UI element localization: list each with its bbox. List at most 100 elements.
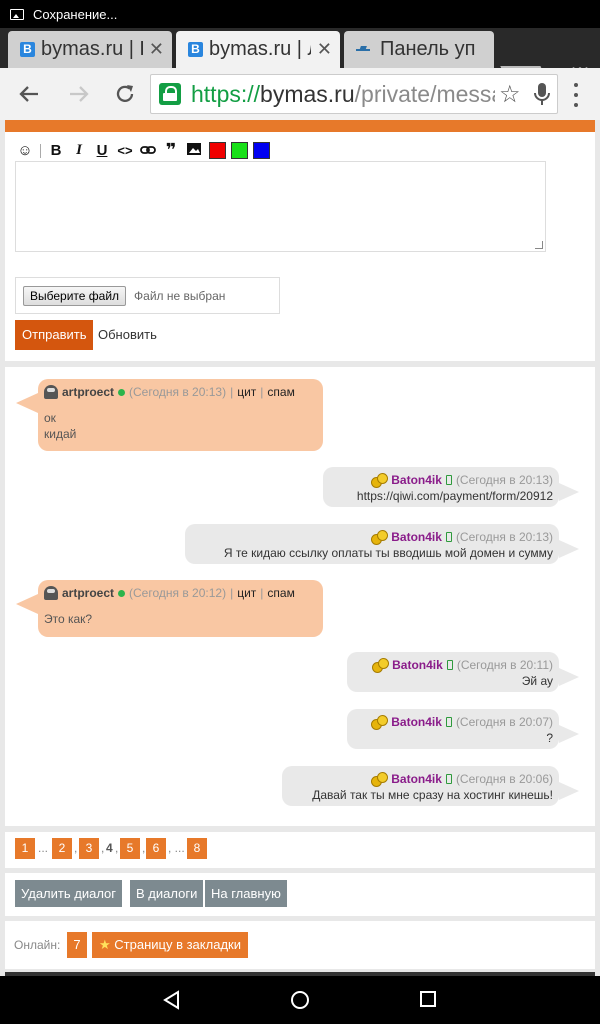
message-author[interactable]: Baton4ik (391, 472, 442, 488)
message-author[interactable]: Baton4ik (391, 714, 442, 730)
page-link-2[interactable]: 2 (52, 838, 72, 859)
smile-icon[interactable]: ☺ (15, 142, 35, 159)
code-icon[interactable]: <> (115, 143, 135, 158)
microphone-icon[interactable] (527, 79, 557, 109)
message-time: (Сегодня в 20:13) (455, 530, 553, 544)
send-button[interactable]: Отправить (15, 320, 94, 350)
dialogs-button[interactable]: В диалоги (130, 880, 204, 907)
url-text[interactable]: https://bymas.ru/private/messa (191, 81, 495, 108)
vk-style-icon: B (20, 42, 35, 57)
message-time: (Сегодня в 20:12) (129, 586, 227, 600)
url-host: bymas.ru (260, 80, 355, 107)
tab-1[interactable]: B bymas.ru | Н ✕ (8, 31, 172, 68)
pagination: 1 ... 2 , 3 , 4 , 5 , 6 , ... 8 (5, 832, 595, 868)
message-time: (Сегодня в 20:11) (456, 658, 553, 672)
back-triangle-icon[interactable] (162, 990, 182, 1010)
bold-button[interactable]: B (46, 142, 66, 159)
message-time: (Сегодня в 20:07) (455, 715, 553, 729)
tab-2-active[interactable]: B bymas.ru | Л ✕ (176, 31, 340, 68)
color-red-swatch[interactable] (209, 142, 226, 159)
message-time: (Сегодня в 20:13) (455, 473, 553, 487)
choose-file-button[interactable]: Выберите файл (23, 285, 127, 306)
status-bar: Сохранение... (0, 0, 600, 28)
color-blue-swatch[interactable] (253, 142, 270, 159)
message-outgoing: Baton4ik (Сегодня в 20:06) Давай так ты … (282, 766, 579, 806)
message-text: ? (546, 731, 553, 745)
message-outgoing: Baton4ik (Сегодня в 20:13) Я те кидаю сс… (185, 524, 579, 564)
message-time: (Сегодня в 20:06) (455, 772, 553, 786)
message-author[interactable]: artproect (62, 384, 114, 400)
message-text: Давай так ты мне сразу на хостинг кинешь… (312, 788, 553, 802)
message-text: ок (44, 411, 56, 425)
message-author[interactable]: Baton4ik (391, 771, 442, 787)
close-icon[interactable]: ✕ (149, 39, 164, 60)
android-nav-bar (0, 976, 600, 1024)
mobile-status-icon (445, 475, 452, 485)
bookmark-star-icon[interactable]: ☆ (499, 80, 527, 109)
underline-button[interactable]: U (92, 142, 112, 159)
user-avatar-icon (44, 586, 58, 600)
mobile-status-icon (445, 774, 452, 784)
page-link-3[interactable]: 3 (79, 838, 99, 859)
image-download-icon (10, 8, 24, 20)
dialog-actions: Удалить диалог В диалоги На главную (5, 873, 595, 916)
page-footer: Онлайн: 7 ★ Страницу в закладки (5, 921, 595, 969)
pager-separator: , (115, 841, 119, 855)
bookmark-button[interactable]: ★ Страницу в закладки (92, 932, 248, 958)
tab-strip: B bymas.ru | Н ✕ B bymas.ru | Л ✕ Панель… (0, 28, 600, 86)
recents-square-icon[interactable] (419, 990, 437, 1008)
home-circle-icon[interactable] (290, 990, 310, 1010)
pager-separator: , (142, 841, 146, 855)
secure-lock-icon[interactable] (159, 83, 181, 105)
spam-link[interactable]: спам (267, 585, 294, 601)
coins-avatar-icon (371, 715, 389, 730)
mobile-status-icon (446, 660, 453, 670)
message-text: Это как? (44, 612, 93, 626)
italic-button[interactable]: I (69, 142, 89, 159)
bookmark-label: Страницу в закладки (114, 937, 241, 952)
back-arrow-icon[interactable] (6, 71, 52, 117)
coins-avatar-icon (371, 772, 389, 787)
message-textarea[interactable] (15, 161, 546, 252)
url-path: /private/messa (354, 80, 495, 107)
message-incoming: artproect (Сегодня в 20:12) | цит | спам… (16, 580, 323, 637)
refresh-link[interactable]: Обновить (98, 320, 157, 350)
delete-dialog-button[interactable]: Удалить диалог (15, 880, 123, 907)
color-green-swatch[interactable] (231, 142, 248, 159)
quote-icon[interactable]: ❞ (161, 140, 181, 161)
pager-separator: , (74, 841, 78, 855)
home-button[interactable]: На главную (205, 880, 287, 907)
address-bar[interactable]: https://bymas.ru/private/messa ☆ (150, 74, 558, 114)
page-link-6[interactable]: 6 (146, 838, 166, 859)
online-count[interactable]: 7 (67, 932, 87, 958)
star-icon: ★ (99, 937, 111, 952)
message-author[interactable]: Baton4ik (391, 529, 442, 545)
plane-icon (356, 44, 372, 56)
vk-style-icon: B (188, 42, 203, 57)
file-status: Файл не выбран (134, 288, 226, 303)
quote-link[interactable]: цит (237, 585, 256, 601)
close-icon[interactable]: ✕ (317, 39, 332, 60)
page-link-5[interactable]: 5 (120, 838, 140, 859)
overflow-menu-icon[interactable] (566, 83, 586, 107)
tab-title: bymas.ru | Л (209, 38, 311, 60)
message-author[interactable]: artproect (62, 585, 114, 601)
reload-icon[interactable] (102, 71, 148, 117)
mobile-status-icon (445, 717, 452, 727)
message-text: Я те кидаю ссылку оплаты ты вводишь мой … (223, 546, 553, 560)
tab-title: bymas.ru | Н (41, 38, 143, 60)
user-avatar-icon (44, 385, 58, 399)
forward-arrow-icon[interactable] (56, 71, 102, 117)
spam-link[interactable]: спам (267, 384, 294, 400)
page-link-1[interactable]: 1 (15, 838, 35, 859)
tab-3[interactable]: Панель уп (344, 31, 494, 68)
coins-avatar-icon (371, 473, 389, 488)
mobile-status-icon (445, 532, 452, 542)
link-icon[interactable] (138, 142, 158, 159)
quote-link[interactable]: цит (237, 384, 256, 400)
image-icon[interactable] (184, 142, 204, 159)
divider (40, 143, 41, 158)
online-status-icon (118, 589, 126, 597)
page-link-8[interactable]: 8 (187, 838, 207, 859)
message-author[interactable]: Baton4ik (392, 657, 443, 673)
